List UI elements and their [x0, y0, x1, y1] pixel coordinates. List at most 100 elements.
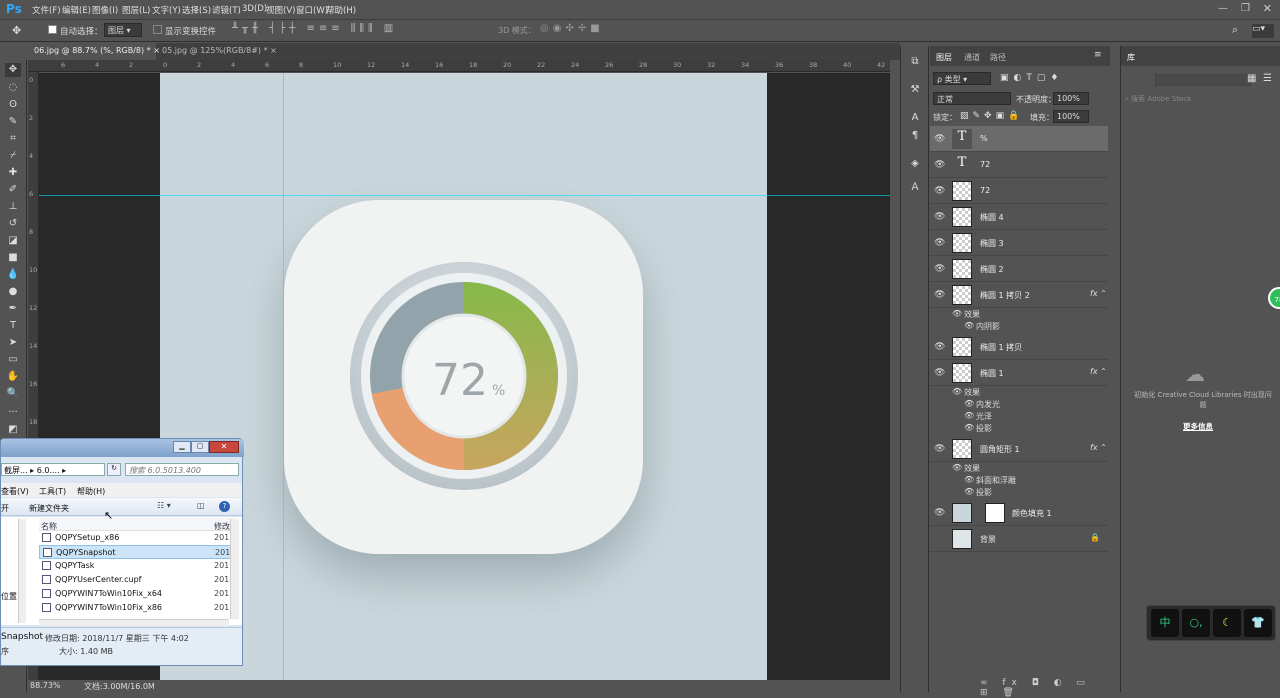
layer-row[interactable]: 👁 椭圆 4	[930, 204, 1108, 230]
layer-row[interactable]: 👁 椭圆 2	[930, 256, 1108, 282]
workspace-icon[interactable]: ▭▾	[1252, 24, 1274, 38]
paragraph-panel-icon[interactable]: ¶	[908, 130, 922, 144]
tab-06-jpg[interactable]: 06.jpg @ 88.7% (%, RGB/8) * ×	[28, 43, 160, 60]
eye-icon[interactable]: 👁	[934, 290, 945, 300]
eye-icon[interactable]: 👁	[934, 134, 945, 144]
library-dropdown[interactable]	[1155, 74, 1251, 86]
align-icons[interactable]: ╨╥╫ ┤├┼ ≡≡≡ ⫼⫼⫼ ▥	[232, 23, 397, 34]
layer-actions-icons[interactable]: ∞ fx ◘ ◐ ▭ ⊞ 🗑	[980, 678, 1110, 698]
help-icon[interactable]: ?	[219, 501, 230, 512]
tab-close-icon[interactable]: ×	[270, 46, 277, 55]
eye-icon[interactable]: 👁	[964, 411, 974, 420]
guide-horizontal[interactable]	[39, 195, 890, 196]
eye-icon[interactable]: 👁	[934, 264, 945, 274]
explorer-address-bar[interactable]: 截屏... ▸ 6.0.... ▸	[1, 463, 105, 476]
menu-tools[interactable]: 工具(T)	[39, 486, 66, 497]
layer-row[interactable]: 背景 🔒	[930, 526, 1108, 552]
tab-channels[interactable]: 通道	[964, 52, 980, 63]
eye-icon[interactable]: 👁	[934, 508, 945, 518]
eyedropper-tool-icon[interactable]: ⌿	[5, 149, 21, 163]
close-icon[interactable]: ✕	[1263, 2, 1272, 15]
menu-item[interactable]: 帮助(H)	[326, 4, 356, 16]
fx-icon[interactable]: fx ⌃	[1090, 367, 1107, 376]
tab-library[interactable]: 库	[1127, 52, 1135, 63]
eye-icon[interactable]: 👁	[964, 423, 974, 432]
file-row[interactable]: QQPYWIN7ToWin10Fix_x64 201	[39, 587, 235, 601]
eraser-tool-icon[interactable]: ◪	[5, 234, 21, 248]
shape-tool-icon[interactable]: ▭	[5, 353, 21, 367]
layer-name[interactable]: %	[980, 134, 988, 143]
filter-dropdown[interactable]: ρ 类型 ▾	[933, 72, 991, 85]
menu-help[interactable]: 帮助(H)	[77, 486, 105, 497]
ime-moon-button[interactable]: ☾	[1213, 609, 1241, 637]
list-view-icon[interactable]: ☰	[1263, 73, 1272, 84]
ime-punctuation-button[interactable]: ○,	[1182, 609, 1210, 637]
more-info-link[interactable]: 更多信息	[1183, 421, 1213, 432]
view-options-icon[interactable]: ☷ ▾	[157, 501, 171, 510]
effect-row[interactable]: 👁 斜面和浮雕	[930, 474, 1108, 486]
pen-tool-icon[interactable]: ✒	[5, 302, 21, 316]
blur-tool-icon[interactable]: 💧	[5, 268, 21, 282]
file-scrollbar[interactable]	[230, 519, 239, 619]
new-folder-button[interactable]: 新建文件夹	[29, 503, 69, 514]
eye-icon[interactable]: 👁	[934, 342, 945, 352]
menu-item[interactable]: 编辑(E)	[62, 4, 91, 16]
brush-tool-icon[interactable]: ✐	[5, 183, 21, 197]
menu-item[interactable]: 图层(L)	[122, 4, 150, 16]
artboard[interactable]: 72 %	[160, 73, 767, 680]
effect-row[interactable]: 👁 投影	[930, 422, 1108, 434]
dodge-tool-icon[interactable]: ●	[5, 285, 21, 299]
filter-icons[interactable]: ▣◐T▢♦	[1000, 73, 1063, 83]
move-tool-icon[interactable]: ✥	[12, 24, 21, 37]
zoom-tool-icon[interactable]: 🔍	[5, 387, 21, 401]
effects-group[interactable]: 效果 👁	[930, 386, 1108, 398]
effect-row[interactable]: 👁 光泽	[930, 410, 1108, 422]
layer-name[interactable]: 圆角矩形 1	[980, 444, 1020, 455]
fx-icon[interactable]: fx ⌃	[1090, 443, 1107, 452]
history-brush-icon[interactable]: ↺	[5, 217, 21, 231]
auto-select-checkbox[interactable]	[48, 25, 57, 34]
layer-name[interactable]: 椭圆 1 拷贝	[980, 342, 1022, 353]
healing-tool-icon[interactable]: ✚	[5, 166, 21, 180]
effects-group[interactable]: 效果 👁	[930, 462, 1108, 474]
layer-name[interactable]: 椭圆 1	[980, 368, 1004, 379]
eye-icon[interactable]: 👁	[964, 475, 974, 484]
layer-name[interactable]: 72	[980, 186, 990, 195]
effects-group[interactable]: 效果 👁	[930, 308, 1108, 320]
panel-menu-icon[interactable]: ≡	[1094, 50, 1102, 60]
layer-row[interactable]: 👁 72	[930, 178, 1108, 204]
path-select-tool-icon[interactable]: ➤	[5, 336, 21, 350]
file-row[interactable]: QQPYSnapshot 201	[39, 545, 235, 559]
tab-paths[interactable]: 路径	[990, 52, 1006, 63]
layer-name[interactable]: 椭圆 1 拷贝 2	[980, 290, 1030, 301]
eye-icon[interactable]: 👁	[952, 309, 962, 318]
layer-name[interactable]: 72	[980, 160, 990, 169]
lock-icons[interactable]: ▨✎✥▣🔒	[960, 111, 1023, 121]
menu-item[interactable]: 文字(Y)	[152, 4, 181, 16]
eye-icon[interactable]: 👁	[952, 387, 962, 396]
tab-layers[interactable]: 图层	[936, 52, 952, 63]
layer-name[interactable]: 颜色填充 1	[1012, 508, 1052, 519]
search-icon[interactable]: ⌕	[1232, 23, 1238, 37]
file-row[interactable]: QQPYSetup_x86 201	[39, 531, 235, 545]
properties-panel-icon[interactable]: ⚒	[908, 84, 922, 98]
open-button[interactable]: 开	[1, 503, 9, 514]
tab-05-jpg[interactable]: 05.jpg @ 125%(RGB/8#) * ×	[156, 43, 284, 60]
layer-name[interactable]: 椭圆 2	[980, 264, 1004, 275]
history-panel-icon[interactable]: ⧉	[908, 56, 922, 70]
character-panel-icon[interactable]: A	[908, 112, 922, 126]
show-transform-checkbox[interactable]	[153, 25, 162, 34]
color-swatch-icon[interactable]: ◩	[5, 423, 21, 437]
glyphs-panel-icon[interactable]: Ａ	[908, 178, 922, 193]
guide-vertical[interactable]	[283, 73, 284, 680]
menu-item[interactable]: 窗口(W)	[296, 4, 328, 16]
explorer-close-icon[interactable]: ✕	[209, 441, 239, 453]
layer-row[interactable]: 👁 T 72	[930, 152, 1108, 178]
file-row[interactable]: QQPYWIN7ToWin10Fix_x86 201	[39, 601, 235, 615]
eye-icon[interactable]: 👁	[964, 321, 974, 330]
marquee-tool-icon[interactable]: ◌	[5, 81, 21, 95]
lasso-tool-icon[interactable]: ʘ	[5, 98, 21, 112]
move-tool-icon[interactable]: ✥	[5, 63, 21, 77]
fx-icon[interactable]: fx ⌃	[1090, 289, 1107, 298]
file-row[interactable]: QQPYTask 201	[39, 559, 235, 573]
